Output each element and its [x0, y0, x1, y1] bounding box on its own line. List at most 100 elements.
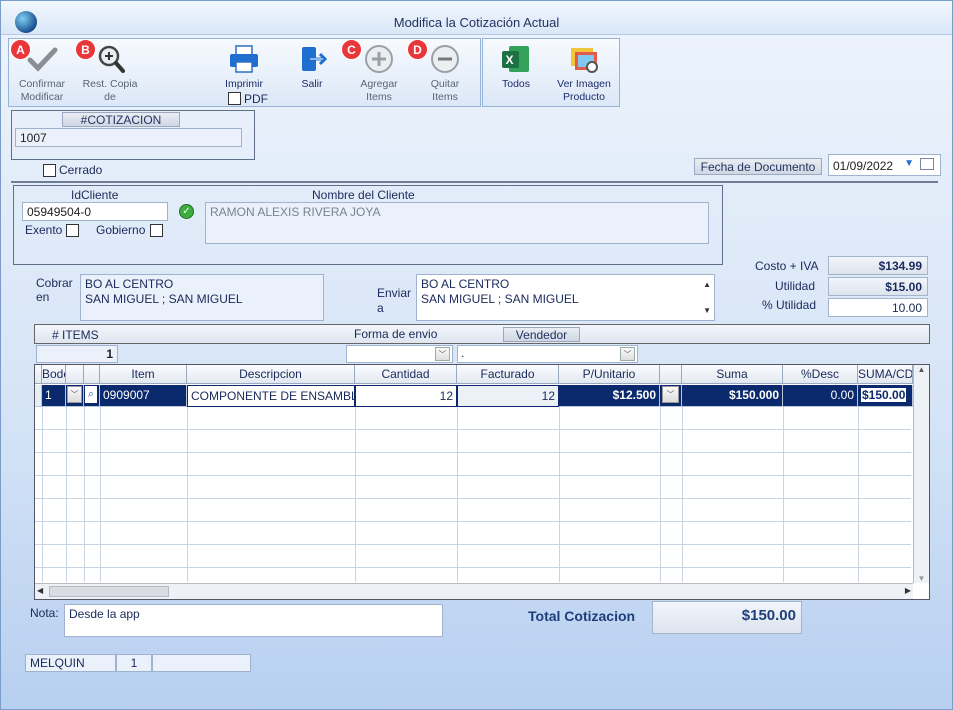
col-header-suma[interactable]: Suma [682, 365, 783, 384]
col-header-desc[interactable]: %Desc [783, 365, 858, 384]
grid-col-line [84, 407, 85, 582]
shipping-method-dropdown[interactable]: ﹀ [346, 345, 453, 363]
excel-icon: X [502, 46, 529, 72]
nota-field[interactable]: Desde la app [64, 604, 443, 637]
porc-utilidad-value[interactable]: 10.00 [828, 298, 928, 317]
cell-desc[interactable]: 0.00 [783, 385, 858, 407]
grid-row-line [35, 452, 911, 453]
add-label: Agregar [360, 78, 398, 90]
exit-label: Salir [301, 78, 323, 90]
col-header-sumacd[interactable]: SUMA/CD [858, 365, 913, 384]
items-bar [34, 324, 930, 344]
utilidad-label: Utilidad [775, 279, 816, 293]
chevron-down-icon[interactable]: ﹀ [662, 386, 679, 403]
calendar-icon[interactable] [920, 158, 934, 170]
col-header-lookup[interactable] [84, 365, 100, 384]
date-dropdown-icon[interactable]: ▼ [904, 158, 914, 169]
col-header-descripcion[interactable]: Descripcion [187, 365, 355, 384]
scroll-down-icon[interactable]: ▼ [703, 303, 711, 318]
pdf-label: PDF [244, 92, 268, 106]
col-header-punitario[interactable]: P/Unitario [559, 365, 660, 384]
view-product-image-button[interactable]: Ver Imagen Producto [552, 43, 616, 104]
cell-sumacd[interactable]: $150.00 [858, 385, 913, 407]
print-label: Imprimir [225, 78, 263, 90]
cell-item-lookup[interactable]: ⌕ [84, 385, 100, 407]
print-button[interactable]: Imprimir [216, 43, 272, 91]
vertical-scrollbar[interactable]: ▲ ▼ [913, 365, 929, 583]
document-date-value: 01/09/2022 [833, 159, 894, 173]
cotizacion-number-field[interactable]: 1007 [15, 128, 242, 147]
scroll-down-icon[interactable]: ▼ [914, 574, 929, 583]
cell-bodega[interactable]: 1 [42, 385, 66, 407]
search-icon[interactable]: ⌕ [85, 386, 97, 403]
exento-label: Exento [25, 223, 63, 237]
horizontal-scroll-thumb[interactable] [49, 586, 169, 597]
row-header[interactable] [35, 385, 42, 407]
cell-cantidad[interactable]: 12 [355, 385, 457, 407]
items-count-label: # ITEMS [52, 328, 99, 342]
client-name-field[interactable]: RAMON ALEXIS RIVERA JOYA [205, 202, 709, 244]
cell-punitario[interactable]: $12.500 [559, 385, 660, 407]
utilidad-value: $15.00 [828, 277, 928, 296]
export-all-excel-button[interactable]: X Todos [493, 43, 539, 91]
remove-items-label: Items [432, 91, 458, 103]
cell-facturado[interactable]: 12 [457, 385, 559, 407]
minus-circle-icon [431, 45, 459, 73]
cobrar-label: Cobrar [36, 276, 73, 290]
exit-button[interactable]: Salir [289, 43, 335, 91]
cell-item[interactable]: 0909007 [100, 385, 187, 407]
printer-icon [230, 45, 258, 73]
image-gallery-icon [571, 48, 598, 73]
grid-col-line [559, 407, 560, 582]
shipping-address-line1: BO AL CENTRO [421, 277, 510, 291]
scroll-up-icon[interactable]: ▲ [914, 365, 929, 374]
plus-circle-icon [365, 45, 393, 73]
scroll-right-icon[interactable]: ▶ [905, 586, 911, 595]
col-header-price-dropdown[interactable] [660, 365, 682, 384]
main-window: Modifica la Cotización Actual Confirmar … [0, 0, 953, 710]
enviar-label: Enviar [377, 286, 412, 300]
cell-descripcion[interactable]: COMPONENTE DE ENSAMBLE [187, 385, 355, 407]
col-header-facturado[interactable]: Facturado [457, 365, 559, 384]
exento-checkbox[interactable] [66, 224, 79, 237]
enviar-a-label: a [377, 301, 384, 315]
cobrar-en-label: en [36, 290, 50, 304]
grid-col-line [355, 407, 356, 582]
cerrado-checkbox[interactable] [43, 164, 56, 177]
items-grid[interactable]: Bodega Item Descripcion Cantidad Factura… [34, 364, 930, 600]
document-date-field[interactable]: 01/09/2022 ▼ [828, 154, 941, 176]
col-header-cantidad[interactable]: Cantidad [355, 365, 457, 384]
billing-address-line2: SAN MIGUEL ; SAN MIGUEL [85, 292, 243, 306]
shipping-address-field[interactable]: BO AL CENTRO SAN MIGUEL ; SAN MIGUEL ▲ ▼ [416, 274, 715, 321]
col-header-dropdown[interactable] [66, 365, 84, 384]
col-header-item[interactable]: Item [100, 365, 187, 384]
scroll-up-icon[interactable]: ▲ [703, 277, 711, 292]
grid-row-line [35, 544, 911, 545]
total-cotizacion-label: Total Cotizacion [528, 608, 636, 624]
vendedor-dropdown[interactable]: . ﹀ [457, 345, 638, 363]
product-label: Producto [562, 91, 606, 103]
cell-suma[interactable]: $150.000 [682, 385, 783, 407]
chevron-down-icon[interactable]: ﹀ [67, 386, 82, 403]
chevron-down-icon[interactable]: ﹀ [620, 347, 635, 361]
scroll-left-icon[interactable]: ◀ [37, 586, 43, 595]
nota-label: Nota: [30, 606, 59, 620]
horizontal-scrollbar[interactable]: ◀ ▶ [35, 583, 913, 599]
pdf-checkbox[interactable] [228, 92, 241, 105]
magnifier-plus-icon [98, 45, 125, 73]
cell-bodega-dropdown[interactable]: ﹀ [66, 385, 84, 407]
grid-col-line [187, 407, 188, 582]
chevron-down-icon[interactable]: ﹀ [435, 347, 450, 361]
cotizacion-header: #COTIZACION [62, 112, 180, 127]
grid-col-line [66, 407, 67, 582]
client-verified-icon[interactable]: ✓ [179, 204, 194, 219]
cell-price-dropdown[interactable]: ﹀ [660, 385, 682, 407]
costo-iva-value: $134.99 [828, 256, 928, 275]
badge-a: A [10, 39, 31, 60]
gobierno-checkbox[interactable] [150, 224, 163, 237]
billing-address-field[interactable]: BO AL CENTRO SAN MIGUEL ; SAN MIGUEL [80, 274, 324, 321]
grid-col-line [682, 407, 683, 582]
col-header-bodega[interactable]: Bodega [42, 365, 66, 384]
client-id-field[interactable]: 05949504-0 [22, 202, 168, 221]
restore-copy-label: Rest. Copia [82, 78, 138, 90]
